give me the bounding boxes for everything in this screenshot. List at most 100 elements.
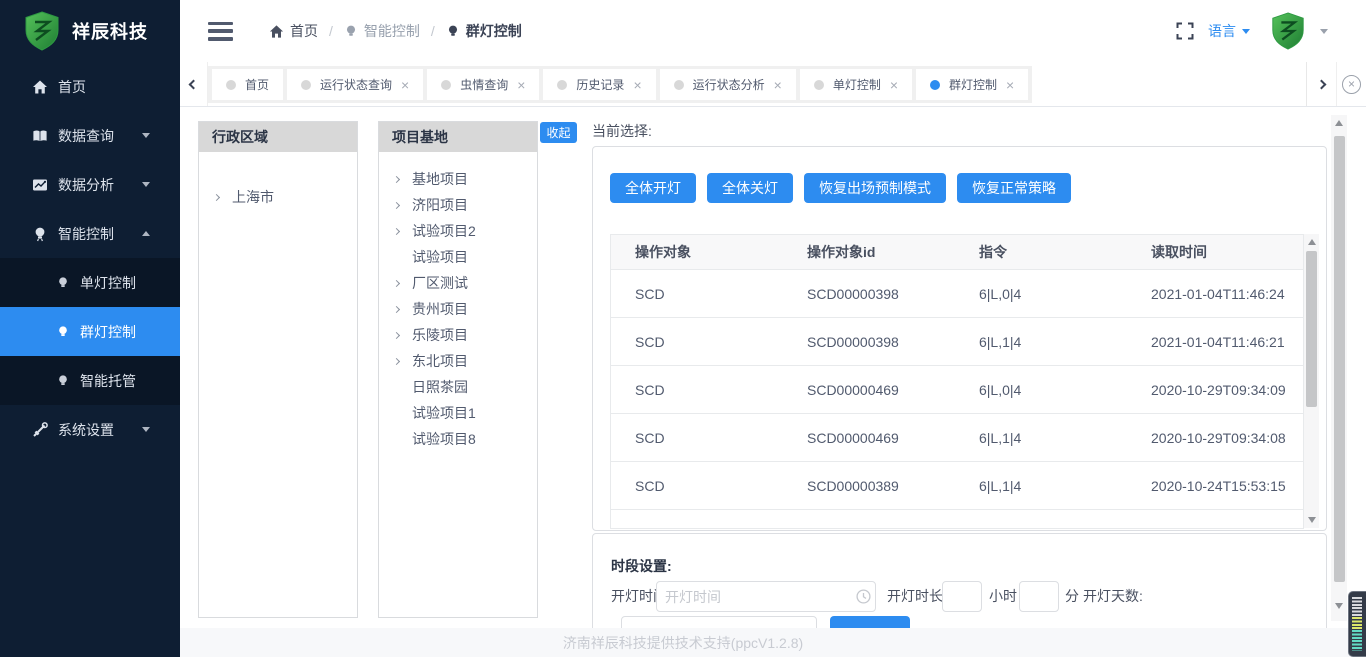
tab-insect-query[interactable]: 虫情查询× [427,69,539,100]
tabs-scroll-left-button[interactable] [180,62,208,106]
tree-item-project[interactable]: 济阳项目 [379,192,537,218]
time-settings-box: 时段设置: 开灯时间: 开灯时长: 小时 分 开灯天数: [592,533,1327,628]
table-row[interactable]: SCD SCD00000469 6|L,1|4 2020-10-29T09:34… [611,414,1303,462]
tree-item-project[interactable]: 东北项目 [379,348,537,374]
breadcrumb-home[interactable]: 首页 [269,21,318,41]
lamp-icon [56,325,70,339]
tree-item-project[interactable]: 基地项目 [379,166,537,192]
sidebar-item-label: 群灯控制 [80,322,136,342]
table-row[interactable]: SCD SCD00000469 6|L,0|4 2020-10-29T09:34… [611,366,1303,414]
tree-item-project[interactable]: 试验项目2 [379,218,537,244]
expand-icon[interactable] [213,193,220,200]
close-tab-icon[interactable]: × [517,78,525,92]
days-input[interactable] [621,616,817,628]
collapse-panels-button[interactable]: 收起 [540,122,577,143]
tab-dot-icon [930,80,940,90]
all-lights-on-button[interactable]: 全体开灯 [610,173,696,203]
page-footer: 济南祥辰科技提供技术支持(ppcV1.2.8) [0,628,1366,657]
days-label: 开灯天数: [1083,581,1143,612]
tab-group-lamp-control[interactable]: 群灯控制× [916,69,1028,100]
minutes-unit-label: 分 [1065,581,1079,612]
breadcrumb-separator: / [329,23,333,39]
all-lights-off-button[interactable]: 全体关灯 [707,173,793,203]
tree-item-project[interactable]: 厂区测试 [379,270,537,296]
duration-hours-input[interactable] [942,581,982,612]
scrollbar-thumb[interactable] [1306,251,1317,407]
tree-item-shanghai[interactable]: 上海市 [199,184,357,210]
language-selector[interactable]: 语言 [1208,21,1250,41]
tab-dot-icon [226,80,236,90]
smart-control-submenu: 单灯控制 群灯控制 智能托管 [0,258,180,405]
sidebar-nav: 首页 数据查询 数据分析 智能控制 单灯控制 群灯控制 [0,62,180,454]
table-row[interactable]: SCD SCD00000389 6|L,1|4 2020-10-24T15:53… [611,462,1303,510]
region-panel-title: 行政区域 [199,122,357,152]
meter-yellow-band [1352,617,1362,630]
expand-icon[interactable] [393,227,400,234]
breadcrumb-smart-control[interactable]: 智能控制 [344,21,420,41]
scroll-down-icon[interactable] [1335,603,1343,609]
breadcrumb-separator: / [431,23,435,39]
sidebar-item-group-lamp-control[interactable]: 群灯控制 [0,307,180,356]
content-scrollbar[interactable] [1331,115,1347,621]
table-row[interactable]: SCD SCD00000398 6|L,1|4 2021-01-04T11:46… [611,318,1303,366]
restore-normal-strategy-button[interactable]: 恢复正常策略 [957,173,1071,203]
command-table: 操作对象 操作对象id 指令 读取时间 SCD SCD00000398 6|L,… [610,234,1304,529]
expand-icon[interactable] [393,357,400,364]
fullscreen-icon[interactable] [1176,22,1194,40]
expand-icon[interactable] [393,201,400,208]
duration-minutes-input[interactable] [1019,581,1059,612]
restore-factory-preset-button[interactable]: 恢复出场预制模式 [804,173,946,203]
chevron-right-icon [1317,79,1327,89]
scrollbar-thumb[interactable] [1334,136,1345,582]
tree-item-project[interactable]: 贵州项目 [379,296,537,322]
sidebar-item-system-settings[interactable]: 系统设置 [0,405,180,454]
close-tab-icon[interactable]: × [1006,78,1014,92]
on-time-input[interactable] [656,581,876,612]
expand-icon[interactable] [393,279,400,286]
home-icon [269,24,284,39]
sidebar-item-smart-control[interactable]: 智能控制 [0,209,180,258]
expand-icon[interactable] [393,305,400,312]
close-tab-icon[interactable]: × [633,78,641,92]
sidebar-item-label: 单灯控制 [80,273,136,293]
tree-item-project[interactable]: 日照茶园 [379,374,537,400]
expand-icon[interactable] [393,175,400,182]
scroll-down-icon[interactable] [1308,517,1316,523]
region-panel: 行政区域 上海市 [198,121,358,618]
sidebar-item-smart-hosting[interactable]: 智能托管 [0,356,180,405]
tab-run-status-query[interactable]: 运行状态查询× [287,69,423,100]
table-scrollbar[interactable] [1304,234,1319,528]
close-tab-icon[interactable]: × [890,78,898,92]
expand-icon[interactable] [393,331,400,338]
meter-gray-band [1352,597,1362,617]
close-all-tabs-button[interactable]: × [1336,62,1366,106]
sidebar-item-data-query[interactable]: 数据查询 [0,111,180,160]
tab-history[interactable]: 历史记录× [543,69,655,100]
tree-item-project[interactable]: 试验项目1 [379,400,537,426]
avatar[interactable] [1270,12,1306,50]
tree-item-project[interactable]: 乐陵项目 [379,322,537,348]
tabs-scroll-right-button[interactable] [1306,62,1336,106]
tab-dot-icon [674,80,684,90]
tree-item-project[interactable]: 试验项目8 [379,426,537,452]
column-header: 指令 [955,235,1127,269]
main-content: 行政区域 上海市 项目基地 基地项目 济阳项目 试验项目2 试验项目 厂区测试 … [180,107,1366,628]
tab-run-status-analysis[interactable]: 运行状态分析× [660,69,796,100]
close-all-icon: × [1342,75,1361,94]
close-tab-icon[interactable]: × [401,78,409,92]
sidebar-item-data-analysis[interactable]: 数据分析 [0,160,180,209]
scroll-up-icon[interactable] [1335,120,1343,126]
tab-dot-icon [557,80,567,90]
brand-name: 祥辰科技 [72,18,148,44]
tab-home[interactable]: 首页 [212,69,283,100]
submit-button[interactable] [830,616,910,628]
sidebar-item-single-lamp-control[interactable]: 单灯控制 [0,258,180,307]
close-tab-icon[interactable]: × [774,78,782,92]
menu-toggle-button[interactable] [208,22,233,41]
tab-single-lamp-control[interactable]: 单灯控制× [800,69,912,100]
sidebar-item-home[interactable]: 首页 [0,62,180,111]
tree-item-project[interactable]: 试验项目 [379,244,537,270]
scroll-up-icon[interactable] [1308,239,1316,245]
caret-down-icon[interactable] [1320,29,1328,34]
table-row[interactable]: SCD SCD00000398 6|L,0|4 2021-01-04T11:46… [611,270,1303,318]
